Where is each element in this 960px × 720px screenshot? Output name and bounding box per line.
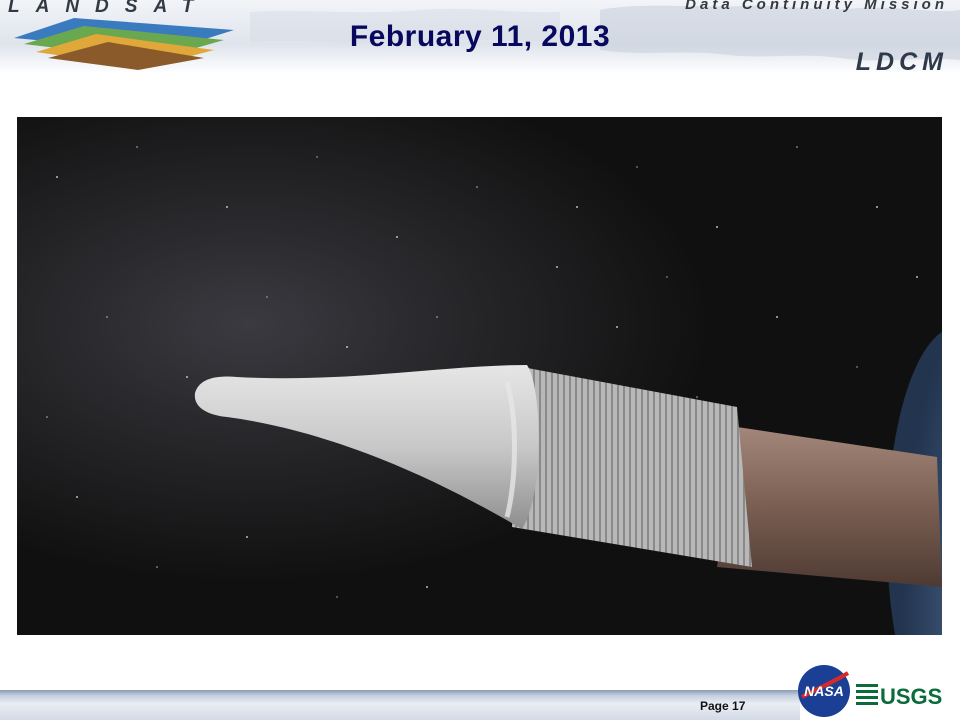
footer-bar <box>0 690 800 720</box>
slide-title: February 11, 2013 <box>349 20 611 53</box>
rocket-fairing-image <box>17 117 942 635</box>
ldcm-logo: LDCM <box>855 48 948 74</box>
page-number: Page 17 <box>700 699 746 713</box>
usgs-logo: USGS <box>856 684 942 709</box>
brand-left-text: LANDSAT <box>8 0 210 17</box>
rocket-fairing-icon <box>17 117 942 635</box>
slide-header: LANDSAT Data Continuity Mission February… <box>0 0 960 74</box>
nasa-text: NASA <box>804 683 844 699</box>
brand-right-text: Data Continuity Mission <box>685 0 948 13</box>
nasa-logo: NASA <box>798 665 850 717</box>
usgs-text: USGS <box>880 684 942 709</box>
